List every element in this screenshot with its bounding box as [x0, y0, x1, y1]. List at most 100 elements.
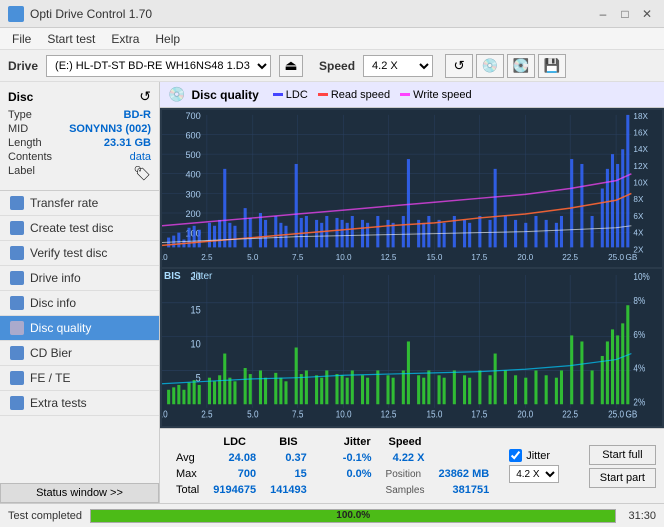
bis-header: BIS [264, 435, 313, 449]
menu-file[interactable]: File [4, 30, 39, 48]
svg-text:22.5: 22.5 [562, 253, 578, 262]
chart-legend: LDC Read speed Write speed [273, 89, 472, 101]
svg-text:2.5: 2.5 [201, 253, 213, 262]
nav-fe-te[interactable]: FE / TE [0, 366, 159, 391]
close-button[interactable]: ✕ [638, 5, 656, 23]
chart-bis: BIS Jitter [162, 269, 662, 426]
nav-create-test-disc[interactable]: Create test disc [0, 216, 159, 241]
svg-text:8X: 8X [633, 195, 644, 204]
nav-extra-tests[interactable]: Extra tests [0, 391, 159, 416]
svg-text:12.5: 12.5 [381, 409, 397, 420]
svg-text:8%: 8% [633, 295, 645, 306]
contents-label: Contents [8, 151, 52, 163]
status-text: Test completed [8, 510, 82, 522]
svg-text:5.0: 5.0 [247, 253, 259, 262]
jitter-checkbox[interactable] [509, 449, 522, 462]
legend-write-label: Write speed [413, 89, 472, 101]
svg-text:GB: GB [625, 409, 637, 420]
nav-drive-info[interactable]: Drive info [0, 266, 159, 291]
legend-ldc: LDC [273, 89, 308, 101]
disc-refresh-icon[interactable]: ↺ [139, 88, 151, 105]
svg-text:6%: 6% [633, 329, 645, 340]
legend-write-speed: Write speed [400, 89, 472, 101]
right-panel: 💿 Disc quality LDC Read speed Write spee… [160, 82, 664, 503]
menu-help[interactable]: Help [147, 30, 188, 48]
bottom-bar: Test completed 100.0% 31:30 [0, 503, 664, 527]
length-value: 23.31 GB [104, 137, 151, 149]
max-ldc: 700 [207, 467, 262, 481]
nav-label-transfer-rate: Transfer rate [30, 196, 98, 210]
menu-start-test[interactable]: Start test [39, 30, 103, 48]
nav-transfer-rate[interactable]: Transfer rate [0, 191, 159, 216]
nav-disc-quality[interactable]: Disc quality [0, 316, 159, 341]
time-display: 31:30 [628, 510, 656, 522]
maximize-button[interactable]: □ [616, 5, 634, 23]
disc-quality-icon: 💿 [168, 86, 185, 103]
type-value: BD-R [124, 109, 152, 121]
start-part-button[interactable]: Start part [589, 468, 656, 488]
length-label: Length [8, 137, 42, 149]
nav-icon-fe-te [10, 371, 24, 385]
main-layout: Disc ↺ Type BD-R MID SONYNN3 (002) Lengt… [0, 82, 664, 503]
jitter-check-label: Jitter [526, 450, 550, 462]
disc-button[interactable]: 💿 [476, 54, 504, 78]
jitter-chart-label: Jitter [191, 271, 213, 282]
menu-extra[interactable]: Extra [103, 30, 147, 48]
svg-text:12X: 12X [633, 162, 648, 171]
total-label: Total [170, 483, 205, 497]
nav-icon-extra [10, 396, 24, 410]
samples-label: Samples [380, 483, 431, 497]
max-bis: 15 [264, 467, 313, 481]
nav-label-disc-info: Disc info [30, 296, 76, 310]
contents-value: data [130, 151, 151, 163]
nav-icon-cd-bier [10, 346, 24, 360]
speed-dropdown[interactable]: 4.2 X [509, 465, 559, 483]
nav-disc-info[interactable]: Disc info [0, 291, 159, 316]
nav-label-disc-quality: Disc quality [30, 321, 91, 335]
ldc-header: LDC [207, 435, 262, 449]
legend-ldc-color [273, 93, 283, 96]
disc-section-title: Disc [8, 90, 33, 104]
speed-select[interactable]: 4.2 X [363, 55, 433, 77]
stats-table: LDC BIS Jitter Speed Avg 24.08 0.37 -0.1… [168, 433, 497, 499]
drive-select[interactable]: (E:) HL-DT-ST BD-RE WH16NS48 1.D3 [46, 55, 271, 77]
eject-button[interactable]: ⏏ [279, 55, 303, 77]
app-icon [8, 6, 24, 22]
stats-area: LDC BIS Jitter Speed Avg 24.08 0.37 -0.1… [160, 428, 664, 503]
position-value: 23862 MB [432, 467, 495, 481]
refresh-button[interactable]: ↺ [445, 54, 473, 78]
nav-cd-bier[interactable]: CD Bier [0, 341, 159, 366]
jitter-speed-block: Jitter 4.2 X [509, 449, 559, 483]
minimize-button[interactable]: – [594, 5, 612, 23]
nav-icon-verify [10, 246, 24, 260]
svg-text:22.5: 22.5 [562, 409, 578, 420]
status-window-button[interactable]: Status window >> [0, 483, 159, 503]
svg-text:0.0: 0.0 [162, 409, 168, 420]
start-full-button[interactable]: Start full [589, 445, 656, 465]
svg-text:25.0: 25.0 [608, 253, 624, 262]
disc2-button[interactable]: 💽 [507, 54, 535, 78]
nav-icon-disc-info [10, 296, 24, 310]
title-bar-title: Opti Drive Control 1.70 [30, 7, 594, 21]
svg-text:700: 700 [185, 111, 200, 121]
nav-label-create-test-disc: Create test disc [30, 221, 113, 235]
avg-ldc: 24.08 [207, 451, 262, 465]
legend-read-color [318, 93, 328, 96]
chart-ldc-svg: 700 600 500 400 300 200 100 0.0 2.5 5.0 … [162, 110, 662, 267]
nav-label-fe-te: FE / TE [30, 371, 70, 385]
svg-text:18X: 18X [633, 112, 648, 121]
progress-label: 100.0% [91, 510, 615, 522]
nav-verify-test-disc[interactable]: Verify test disc [0, 241, 159, 266]
nav-icon-drive [10, 271, 24, 285]
speed-label: Speed [319, 59, 355, 73]
speed-row: 4.2 X [509, 465, 559, 483]
avg-label: Avg [170, 451, 205, 465]
save-button[interactable]: 💾 [538, 54, 566, 78]
svg-text:6X: 6X [633, 212, 644, 221]
nav-icon-disc-quality [10, 321, 24, 335]
svg-text:15.0: 15.0 [427, 253, 443, 262]
label-icon: 🏷 [133, 165, 151, 182]
legend-read-speed: Read speed [318, 89, 390, 101]
avg-speed: 4.22 X [380, 451, 431, 465]
svg-text:300: 300 [185, 189, 200, 199]
